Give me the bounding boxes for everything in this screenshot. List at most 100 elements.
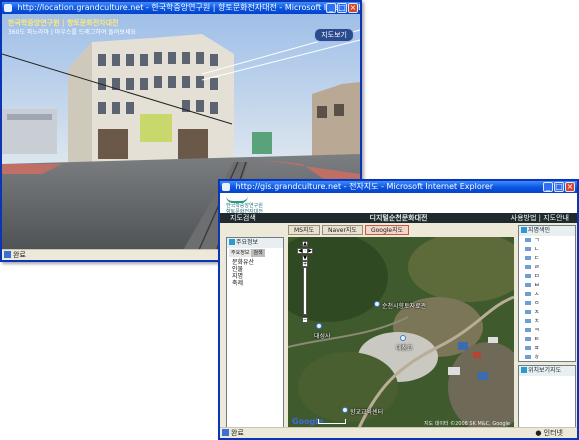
list-item[interactable]: 인물 [232,266,283,273]
folder-icon [525,346,531,350]
site-nav-bar: 지도검색 디지털순천문화대전 사용방법 | 지도안내 [220,213,577,223]
page-done-icon [4,251,11,258]
place-index-panel: 지명색인 ㄱㄴㄷㄹㅁㅂㅅㅇㅈㅊㅋㅌㅍㅎ [518,225,576,362]
index-row[interactable]: ㅌ [519,335,575,344]
pan-right-button[interactable]: ▶ [307,248,313,254]
index-row-label: ㅍ [534,345,540,352]
street-view-title: http://location.grandculture.net - 한국학중앙… [17,3,360,12]
folder-icon [525,292,531,296]
folder-icon [525,301,531,305]
map-status-text: 완료 [231,429,244,437]
tab-naver-map[interactable]: Naver지도 [322,225,363,235]
index-list: ㄱㄴㄷㄹㅁㅂㅅㅇㅈㅊㅋㅌㅍㅎ [519,236,575,362]
index-row[interactable]: ㅁ [519,272,575,281]
index-row-label: ㅎ [534,354,540,361]
index-row-label: ㅅ [534,291,540,298]
site-header: 한국학중앙연구원 향토문화전자대전 [220,193,577,215]
index-row-label: ㄷ [534,255,540,262]
index-row-label: ㅋ [534,327,540,334]
pano-map-button[interactable]: 지도보기 [314,28,354,42]
nav-help[interactable]: 사용방법 | 지도안내 [507,213,573,223]
tab-search[interactable]: 검색 [251,249,265,257]
street-view-status-text: 완료 [13,251,26,259]
map-marker[interactable] [342,407,348,413]
index-row[interactable]: ㅂ [519,281,575,290]
folder-icon [525,355,531,359]
map-window-statusbar: 완료 ● 인터넷 [220,427,577,438]
pan-up-button[interactable]: ▲ [302,241,308,247]
zoom-out-button[interactable]: − [302,317,308,323]
index-row-label: ㄹ [534,264,540,271]
page-done-icon [222,429,229,436]
ie-icon [4,4,12,12]
index-row-label: ㄱ [534,237,540,244]
map-provider-tabs: MS지도 Naver지도 Google지도 [288,225,411,235]
close-button[interactable]: × [348,3,358,13]
maximize-button[interactable]: □ [337,3,347,13]
folder-icon [525,337,531,341]
left-panel-heading: 주요정보 [236,239,259,246]
index-row-label: ㅌ [534,336,540,343]
close-button[interactable]: × [565,182,575,192]
street-view-titlebar[interactable]: http://location.grandculture.net - 한국학중앙… [2,2,360,14]
folder-icon [525,310,531,314]
overview-map-panel: 위치보기지도 [518,365,576,430]
list-item[interactable]: 지명 [232,273,283,280]
map-label: 대성사 [314,333,331,340]
index-row[interactable]: ㅊ [519,317,575,326]
satellite-map[interactable]: ▲ ◀ · ▶ ▼ + − 순천시향토자료관 대성사 대청교 향교교육센터 Go… [288,237,514,430]
pano-caption-sub: 360도 파노라마 | 마우스를 드래그하여 돌려보세요 [8,29,136,36]
index-row[interactable]: ㅇ [519,299,575,308]
map-window: http://gis.grandculture.net - 전자지도 - Mic… [218,179,579,440]
folder-icon [525,319,531,323]
globe-icon: ● [535,429,542,437]
panel-icon [521,227,527,233]
map-copyright: 지도 데이터 ©2008 SK M&C, Google [423,421,510,427]
ie-icon [222,183,230,191]
map-marker[interactable] [316,323,322,329]
index-row[interactable]: ㄱ [519,236,575,245]
panel-icon [521,367,527,373]
logo-swoosh-icon [226,196,248,203]
map-window-titlebar[interactable]: http://gis.grandculture.net - 전자지도 - Mic… [220,181,577,193]
left-info-panel: 주요정보 주요정보 검색 문화유산 인물 지명 축제 [226,237,284,430]
map-marker[interactable] [374,301,380,307]
tab-google-map[interactable]: Google지도 [364,225,410,235]
status-zone: ● 인터넷 [535,428,563,438]
index-row-label: ㅊ [534,318,540,325]
index-row[interactable]: ㅍ [519,344,575,353]
index-row[interactable]: ㅋ [519,326,575,335]
minimize-button[interactable]: _ [326,3,336,13]
index-row[interactable]: ㄷ [519,254,575,263]
index-row[interactable]: ㄹ [519,263,575,272]
index-row[interactable]: ㅈ [519,308,575,317]
map-scale-bar [318,419,346,424]
folder-icon [525,247,531,251]
folder-icon [525,256,531,260]
folder-icon [525,274,531,278]
folder-icon [525,283,531,287]
map-zoom-control: ▲ ◀ · ▶ ▼ + − [297,241,313,325]
map-label: 향교교육센터 [350,409,384,416]
folder-icon [525,265,531,269]
index-row[interactable]: ㅅ [519,290,575,299]
tab-main-info[interactable]: 주요정보 [229,249,252,257]
index-panel-heading: 지명색인 [528,227,551,234]
panel-icon [229,239,235,245]
index-row-label: ㅁ [534,273,540,280]
minimize-button[interactable]: _ [543,182,553,192]
list-item[interactable]: 축제 [232,280,283,287]
map-label: 대청교 [396,345,413,352]
zoom-slider[interactable] [303,267,307,315]
index-row[interactable]: ㄴ [519,245,575,254]
folder-icon [525,238,531,242]
map-marker[interactable] [400,335,406,341]
tab-ms-map[interactable]: MS지도 [288,225,321,235]
list-item[interactable]: 문화유산 [232,259,283,266]
index-row[interactable]: ㅎ [519,353,575,362]
overview-panel-heading: 위치보기지도 [528,367,562,374]
index-row-label: ㄴ [534,246,540,253]
maximize-button[interactable]: □ [554,182,564,192]
left-panel-list: 문화유산 인물 지명 축제 [227,259,283,287]
index-row-label: ㅇ [534,300,540,307]
